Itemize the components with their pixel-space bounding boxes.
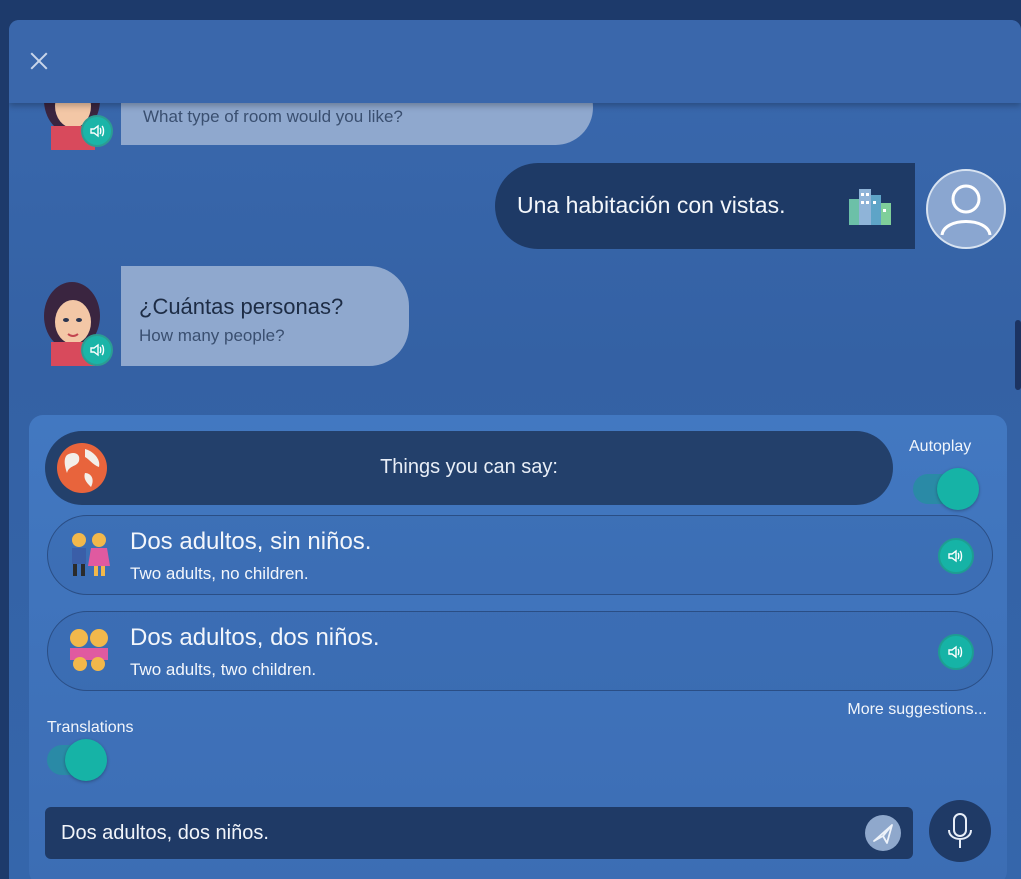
suggestion-text: Dos adultos, sin niños. (130, 528, 372, 555)
top-bar (9, 20, 1021, 103)
user-message-bubble: Una habitación con vistas. (495, 163, 915, 249)
bot-message-translation: What type of room would you like? (143, 107, 403, 126)
user-message-text: Una habitación con vistas. (517, 192, 786, 218)
couple-icon (72, 533, 110, 576)
suggestions-title: Things you can say: (380, 456, 558, 478)
speaker-icon[interactable] (938, 538, 974, 574)
toggle-knob (65, 739, 107, 781)
cityscape-icon (849, 189, 891, 225)
family-icon (70, 629, 108, 671)
autoplay-label: Autoplay (909, 438, 972, 455)
bot-message-translation: How many people? (139, 326, 285, 345)
bot-message-text: ¿Cuántas personas? (139, 294, 344, 319)
suggestions-panel: Things you can say: Autoplay Dos adultos… (29, 415, 1007, 879)
close-icon[interactable] (29, 51, 49, 71)
speaker-icon[interactable] (81, 115, 113, 147)
suggestion-item[interactable]: Dos adultos, sin niños. Two adults, no c… (47, 515, 993, 595)
more-suggestions-link[interactable]: More suggestions... (847, 701, 987, 719)
message-input[interactable] (45, 807, 845, 859)
suggestion-text: Dos adultos, dos niños. (130, 624, 380, 651)
speaker-icon[interactable] (81, 334, 113, 366)
suggestion-translation: Two adults, no children. (130, 564, 309, 583)
translations-label: Translations (47, 719, 134, 736)
microphone-icon (948, 813, 972, 848)
autoplay-toggle[interactable] (913, 468, 979, 510)
suggestions-header: Things you can say: (45, 431, 893, 505)
suggestion-translation: Two adults, two children. (130, 660, 317, 679)
send-icon (873, 824, 893, 844)
translations-toggle[interactable] (47, 739, 107, 781)
microphone-button[interactable] (929, 800, 991, 862)
send-button[interactable] (865, 815, 901, 851)
chat-window: What type of room would you like? Una ha… (9, 20, 1021, 879)
bot-message-bubble: ¿Cuántas personas? How many people? (121, 266, 409, 366)
toggle-knob (937, 468, 979, 510)
scrollbar-thumb[interactable] (1015, 320, 1021, 390)
speaker-icon[interactable] (938, 634, 974, 670)
message-input-bar (45, 807, 913, 859)
user-avatar (926, 169, 1006, 249)
suggestion-item[interactable]: Dos adultos, dos niños. Two adults, two … (47, 611, 993, 691)
